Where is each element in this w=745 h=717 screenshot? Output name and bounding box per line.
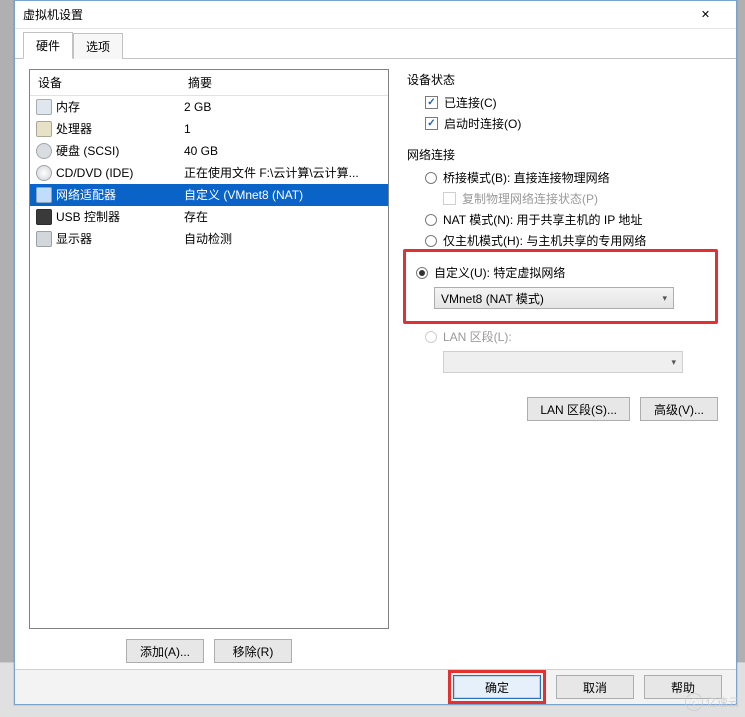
network-icon xyxy=(36,187,52,203)
display-icon xyxy=(36,231,52,247)
highlight-box-ok: 确定 xyxy=(448,670,546,704)
device-name: CD/DVD (IDE) xyxy=(56,164,184,182)
lan-segment-select: ▾ xyxy=(443,351,683,373)
disk-icon xyxy=(36,143,52,159)
replicate-checkbox xyxy=(443,192,456,205)
replicate-label: 复制物理网络连接状态(P) xyxy=(462,190,598,207)
tab-options[interactable]: 选项 xyxy=(73,33,123,59)
window-title: 虚拟机设置 xyxy=(23,6,683,23)
cd-icon xyxy=(36,165,52,181)
device-name: 处理器 xyxy=(56,120,184,138)
device-row-network-adapter[interactable]: 网络适配器 自定义 (VMnet8 (NAT) xyxy=(30,184,388,206)
col-header-summary[interactable]: 摘要 xyxy=(180,70,388,95)
lan-segment-radio xyxy=(425,331,437,343)
remove-device-button[interactable]: 移除(R) xyxy=(214,639,292,663)
col-header-device[interactable]: 设备 xyxy=(30,70,180,95)
cancel-button[interactable]: 取消 xyxy=(556,675,634,699)
tab-hardware[interactable]: 硬件 xyxy=(23,32,73,59)
device-list: 设备 摘要 内存 2 GB 处理器 1 xyxy=(29,69,389,629)
device-summary: 自动检测 xyxy=(184,230,384,248)
connect-at-poweron-label: 启动时连接(O) xyxy=(444,115,521,132)
connected-checkbox[interactable] xyxy=(425,96,438,109)
close-button[interactable]: ✕ xyxy=(683,1,728,29)
hostonly-label: 仅主机模式(H): 与主机共享的专用网络 xyxy=(443,232,646,249)
device-name: 网络适配器 xyxy=(56,186,184,204)
nat-label: NAT 模式(N): 用于共享主机的 IP 地址 xyxy=(443,211,642,228)
ok-button[interactable]: 确定 xyxy=(453,675,541,699)
device-name: USB 控制器 xyxy=(56,208,184,226)
device-summary: 2 GB xyxy=(184,98,384,116)
connect-at-poweron-checkbox[interactable] xyxy=(425,117,438,130)
device-name: 显示器 xyxy=(56,230,184,248)
bridged-label: 桥接模式(B): 直接连接物理网络 xyxy=(443,169,610,186)
highlight-box-custom: 自定义(U): 特定虚拟网络 VMnet8 (NAT 模式) ▾ xyxy=(403,249,718,324)
device-row-cpu[interactable]: 处理器 1 xyxy=(30,118,388,140)
lan-segment-label: LAN 区段(L): xyxy=(443,328,512,345)
device-list-header: 设备 摘要 xyxy=(30,70,388,96)
device-status-title: 设备状态 xyxy=(407,71,718,88)
custom-vnet-value: VMnet8 (NAT 模式) xyxy=(441,290,544,307)
device-summary: 自定义 (VMnet8 (NAT) xyxy=(184,186,384,204)
device-summary: 1 xyxy=(184,120,384,138)
device-row-cddvd[interactable]: CD/DVD (IDE) 正在使用文件 F:\云计算\云计算... xyxy=(30,162,388,184)
usb-icon xyxy=(36,209,52,225)
tabs: 硬件 选项 xyxy=(15,29,736,59)
device-row-usb[interactable]: USB 控制器 存在 xyxy=(30,206,388,228)
device-name: 硬盘 (SCSI) xyxy=(56,142,184,160)
chevron-down-icon: ▾ xyxy=(662,293,667,304)
custom-vnet-select[interactable]: VMnet8 (NAT 模式) ▾ xyxy=(434,287,674,309)
custom-label: 自定义(U): 特定虚拟网络 xyxy=(434,264,565,281)
add-device-button[interactable]: 添加(A)... xyxy=(126,639,204,663)
device-row-disk[interactable]: 硬盘 (SCSI) 40 GB xyxy=(30,140,388,162)
cpu-icon xyxy=(36,121,52,137)
custom-radio[interactable] xyxy=(416,267,428,279)
device-row-memory[interactable]: 内存 2 GB xyxy=(30,96,388,118)
device-summary: 正在使用文件 F:\云计算\云计算... xyxy=(184,164,384,182)
lan-segments-button[interactable]: LAN 区段(S)... xyxy=(527,397,630,421)
nat-radio[interactable] xyxy=(425,214,437,226)
bridged-radio[interactable] xyxy=(425,172,437,184)
device-row-display[interactable]: 显示器 自动检测 xyxy=(30,228,388,250)
vm-settings-dialog: 虚拟机设置 ✕ 硬件 选项 设备 摘要 内存 2 GB xyxy=(14,0,737,705)
advanced-button[interactable]: 高级(V)... xyxy=(640,397,718,421)
device-summary: 存在 xyxy=(184,208,384,226)
chevron-down-icon: ▾ xyxy=(671,357,676,368)
network-connection-title: 网络连接 xyxy=(407,146,718,163)
connected-label: 已连接(C) xyxy=(444,94,497,111)
help-button[interactable]: 帮助 xyxy=(644,675,722,699)
device-name: 内存 xyxy=(56,98,184,116)
memory-icon xyxy=(36,99,52,115)
hostonly-radio[interactable] xyxy=(425,235,437,247)
title-bar: 虚拟机设置 ✕ xyxy=(15,1,736,29)
device-summary: 40 GB xyxy=(184,142,384,160)
